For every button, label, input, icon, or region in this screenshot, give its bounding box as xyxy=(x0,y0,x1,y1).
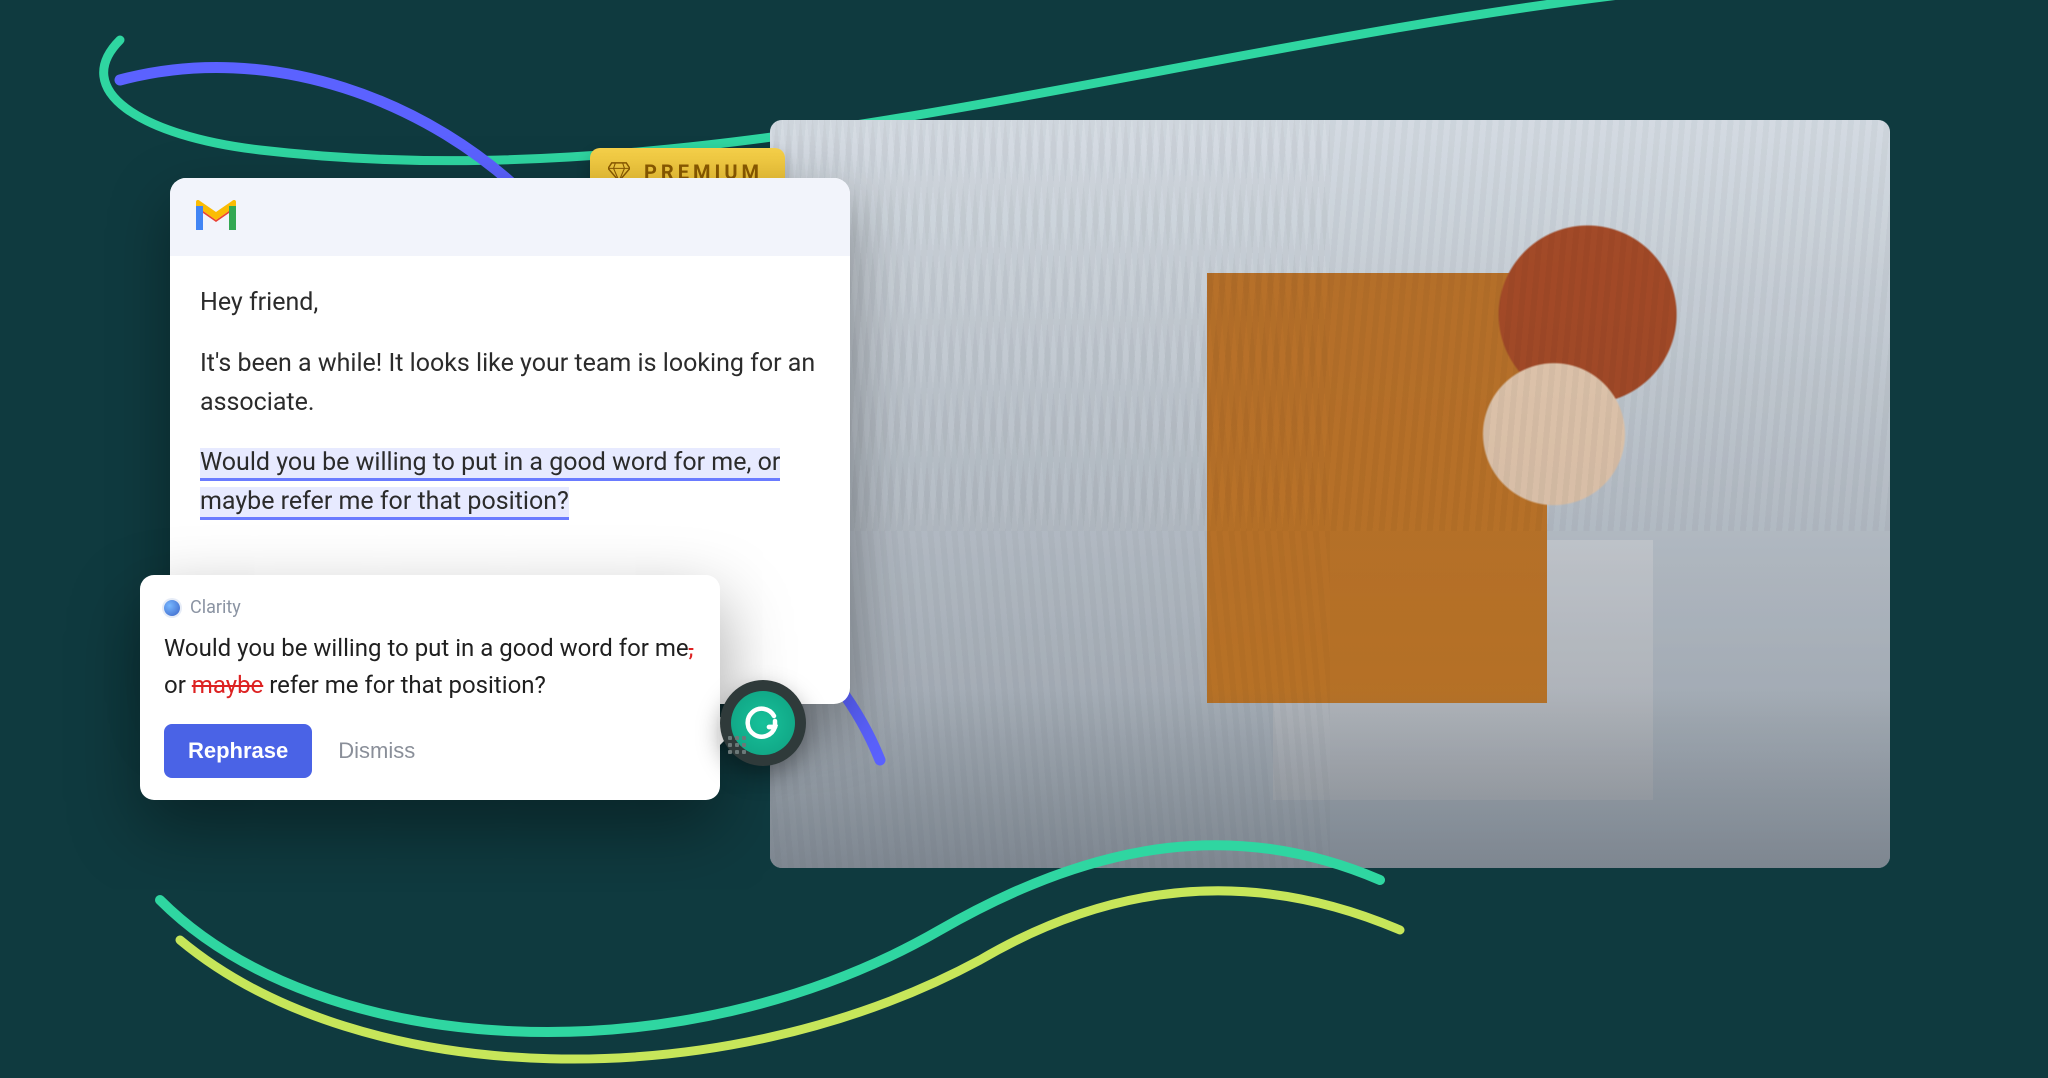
suggestion-text-mid: or xyxy=(164,671,192,699)
suggestion-popover: Clarity Would you be willing to put in a… xyxy=(140,575,720,800)
suggestion-category: Clarity xyxy=(190,597,241,618)
clarity-icon xyxy=(164,600,180,616)
email-line1: It's been a while! It looks like your te… xyxy=(200,345,820,423)
grammarly-badge[interactable] xyxy=(720,680,806,766)
dismiss-button[interactable]: Dismiss xyxy=(338,738,415,764)
suggestion-text-before: Would you be willing to put in a good wo… xyxy=(164,634,689,662)
drag-grip-icon xyxy=(728,736,750,758)
email-header xyxy=(170,178,850,256)
suggestion-category-row: Clarity xyxy=(164,597,696,618)
email-highlighted-sentence[interactable]: Would you be willing to put in a good wo… xyxy=(200,448,780,520)
suggestion-strike-word: maybe xyxy=(192,671,263,699)
suggestion-strike-comma: , xyxy=(689,634,694,662)
suggestion-text-after: refer me for that position? xyxy=(263,671,546,699)
gmail-icon xyxy=(194,200,238,234)
suggestion-text: Would you be willing to put in a good wo… xyxy=(164,630,696,704)
email-greeting: Hey friend, xyxy=(200,284,820,323)
hero-photo xyxy=(770,120,1890,868)
rephrase-button[interactable]: Rephrase xyxy=(164,724,312,778)
